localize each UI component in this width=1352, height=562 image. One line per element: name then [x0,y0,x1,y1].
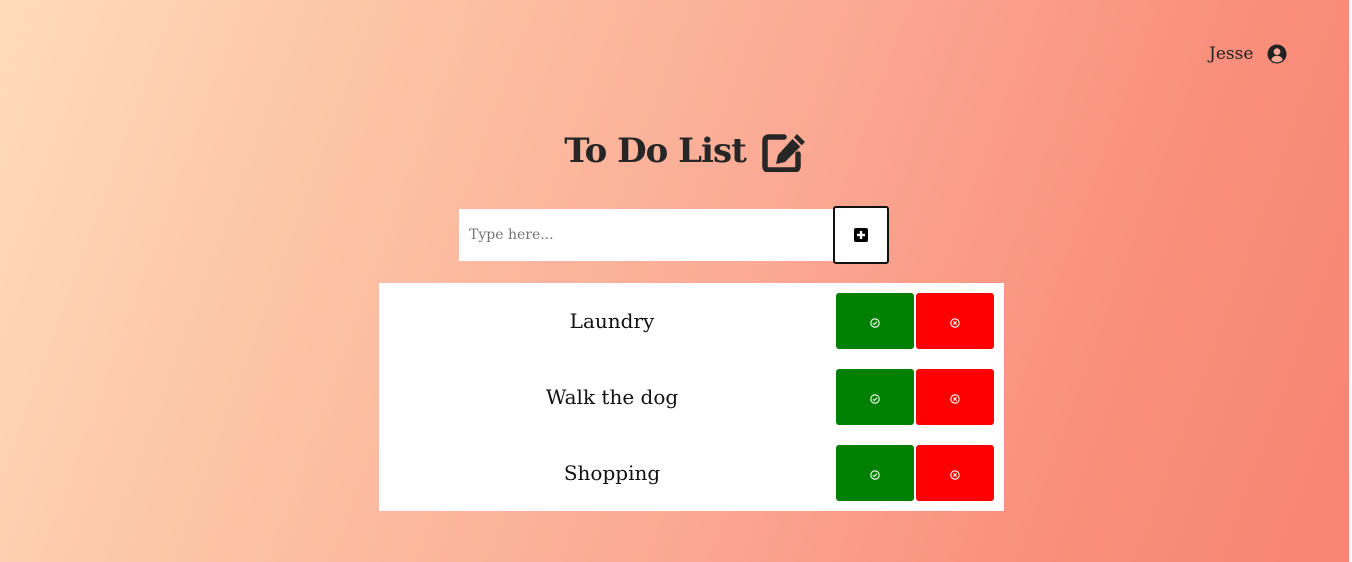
list-item-label: Walk the dog [545,385,679,409]
user-circle-icon[interactable] [1267,44,1287,64]
list-item-label: Shopping [563,461,661,485]
complete-button[interactable] [836,293,914,349]
edit-icon [762,130,808,173]
todo-input[interactable] [459,209,835,261]
complete-button[interactable] [836,369,914,425]
plus-square-icon [854,228,868,242]
list-item: Shopping [379,445,1004,501]
check-circle-icon [870,316,880,328]
delete-button[interactable] [916,445,994,501]
list-item-label: Laundry [569,309,655,333]
delete-button[interactable] [916,293,994,349]
title-row: To Do List [0,128,1352,174]
user-menu[interactable]: Jesse [1209,43,1287,65]
x-circle-icon [950,468,960,480]
todo-list: Laundry Walk the dog Shopping [379,283,1004,511]
check-circle-icon [870,392,880,404]
check-circle-icon [870,468,880,480]
x-circle-icon [950,316,960,328]
add-button[interactable] [833,206,889,264]
page-title: To Do List [564,131,747,171]
delete-button[interactable] [916,369,994,425]
user-name: Jesse [1209,44,1254,64]
x-circle-icon [950,392,960,404]
complete-button[interactable] [836,445,914,501]
list-item: Laundry [379,293,1004,349]
list-item: Walk the dog [379,369,1004,425]
